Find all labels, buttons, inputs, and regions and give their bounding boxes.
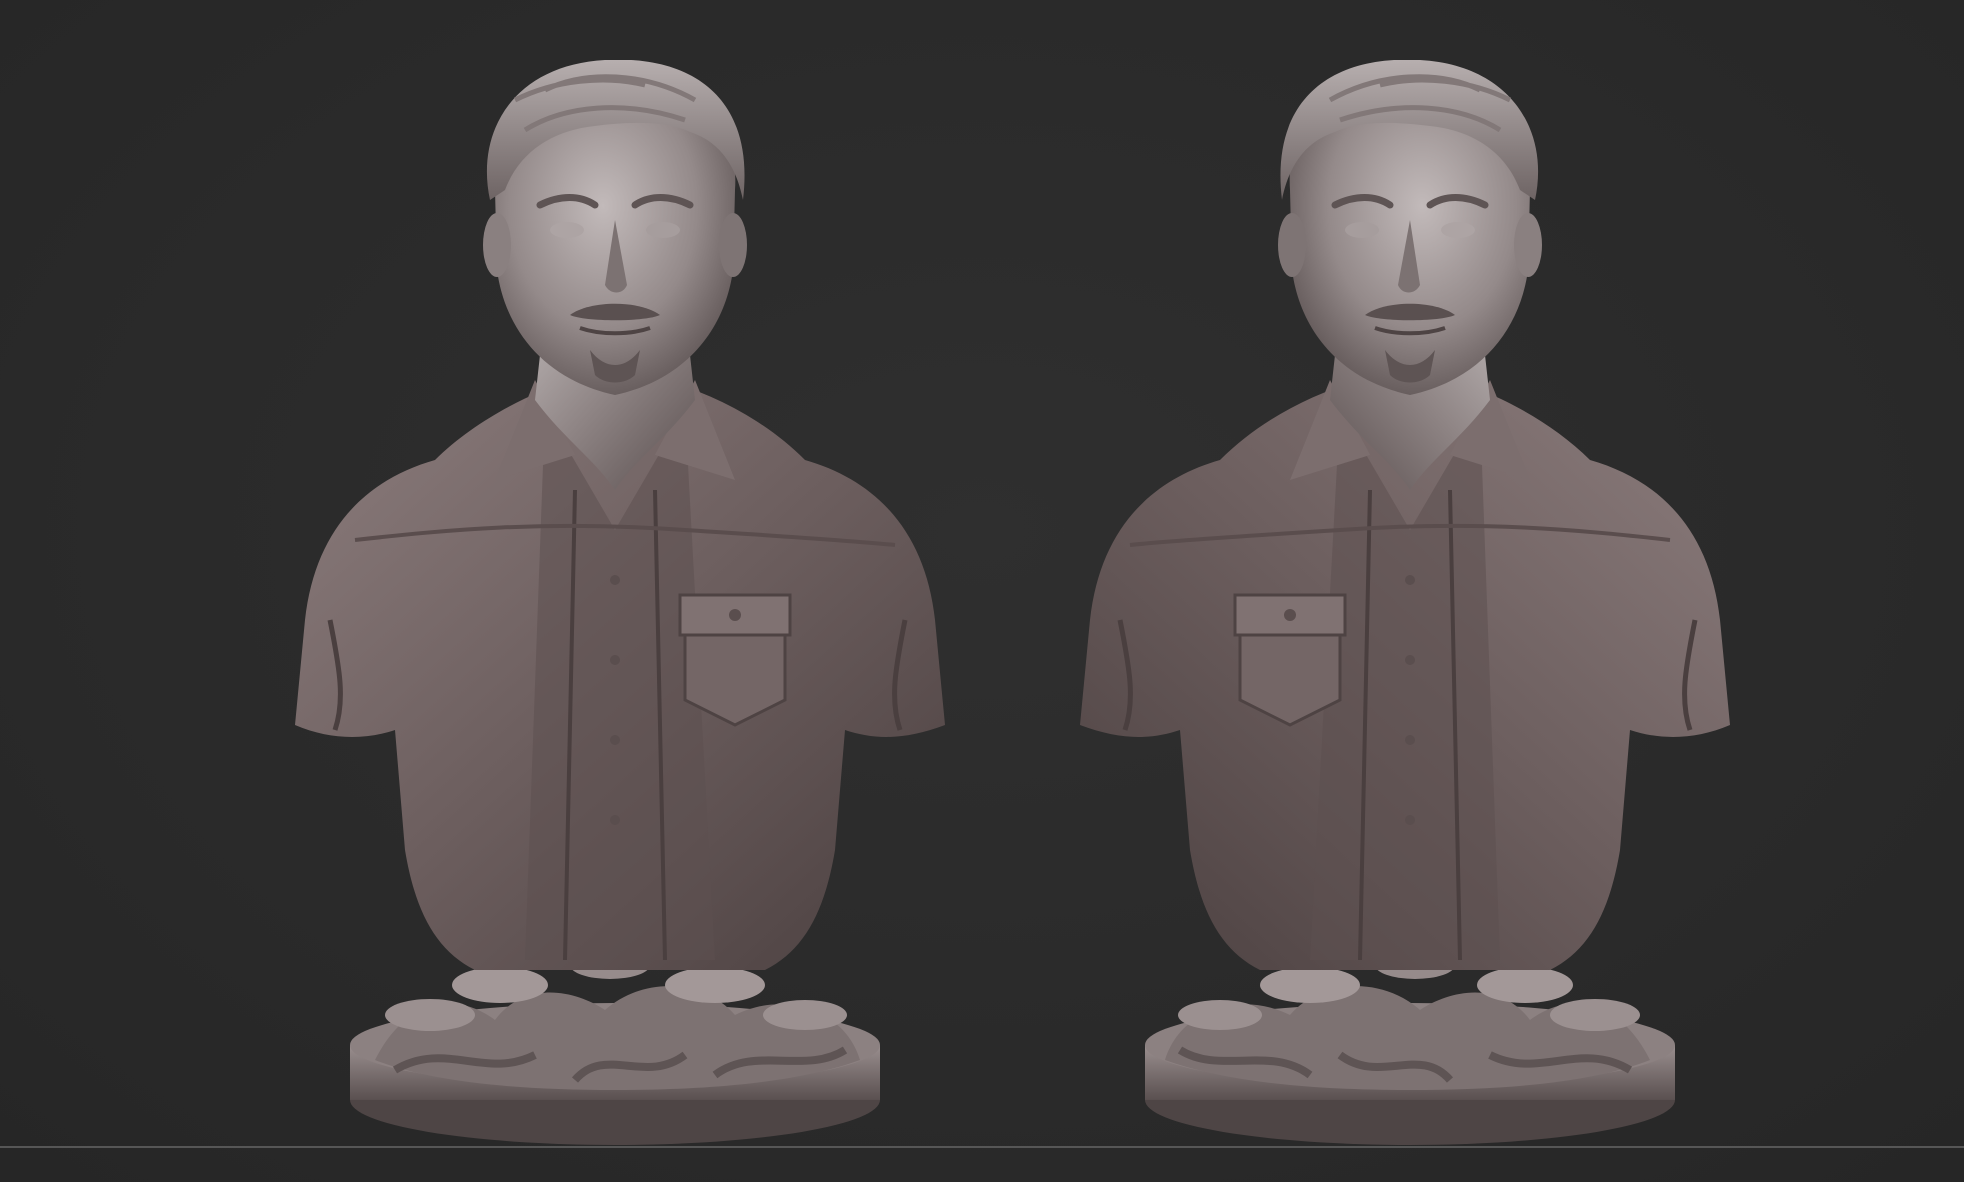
ground-plane-line bbox=[0, 1146, 1964, 1148]
bust-front-view[interactable] bbox=[245, 60, 985, 1160]
sculpt-viewport[interactable] bbox=[0, 0, 1964, 1182]
sculpt-bust-icon bbox=[1040, 60, 1780, 1160]
sculpt-bust-icon bbox=[245, 60, 985, 1160]
bust-three-quarter-view[interactable] bbox=[1040, 60, 1780, 1160]
